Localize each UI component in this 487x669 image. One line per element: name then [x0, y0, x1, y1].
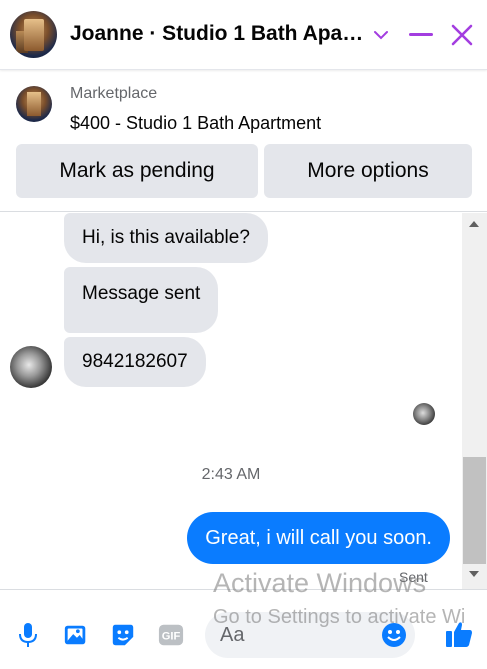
listing-title[interactable]: $400 - Studio 1 Bath Apartment — [70, 113, 321, 134]
scrollbar[interactable] — [462, 213, 487, 589]
scroll-down-arrow-icon[interactable] — [469, 571, 479, 577]
read-receipt-avatar — [413, 403, 435, 425]
photo-icon[interactable] — [63, 622, 89, 648]
listing-thumbnail[interactable] — [16, 86, 52, 122]
marketplace-listing: Marketplace $400 - Studio 1 Bath Apartme… — [0, 70, 487, 212]
scroll-up-arrow-icon[interactable] — [469, 221, 479, 227]
chat-title[interactable]: Joanne · Studio 1 Bath Apa… — [70, 22, 363, 46]
activate-windows-subtext: Go to Settings to activate Wi — [213, 606, 466, 628]
scroll-thumb[interactable] — [463, 457, 486, 564]
listing-avatar[interactable] — [10, 11, 57, 58]
chevron-down-icon[interactable] — [366, 20, 396, 50]
close-icon[interactable] — [447, 20, 477, 50]
mark-as-pending-button[interactable]: Mark as pending — [16, 144, 258, 198]
gif-icon[interactable]: GIF — [158, 622, 184, 648]
microphone-icon[interactable] — [15, 622, 41, 648]
chat-header: Joanne · Studio 1 Bath Apa… — [0, 0, 487, 70]
message-bubble[interactable]: Hi, is this available? — [64, 213, 268, 263]
message-list: Hi, is this available? Message sent 9842… — [0, 213, 462, 589]
activate-windows-watermark: Activate Windows — [213, 568, 427, 598]
message-timestamp: 2:43 AM — [201, 466, 261, 483]
minimize-icon[interactable] — [406, 20, 436, 50]
my-message-bubble[interactable]: Great, i will call you soon. — [187, 512, 450, 564]
message-bubble[interactable]: Message sent — [64, 267, 219, 333]
message-bubble[interactable]: 9842182607 — [64, 337, 206, 387]
marketplace-label: Marketplace — [70, 85, 158, 102]
message-composer: GIF Aa — [0, 589, 487, 669]
svg-text:GIF: GIF — [162, 631, 181, 643]
sender-avatar[interactable] — [10, 346, 52, 388]
more-options-button[interactable]: More options — [264, 144, 472, 198]
sticker-icon[interactable] — [110, 622, 136, 648]
